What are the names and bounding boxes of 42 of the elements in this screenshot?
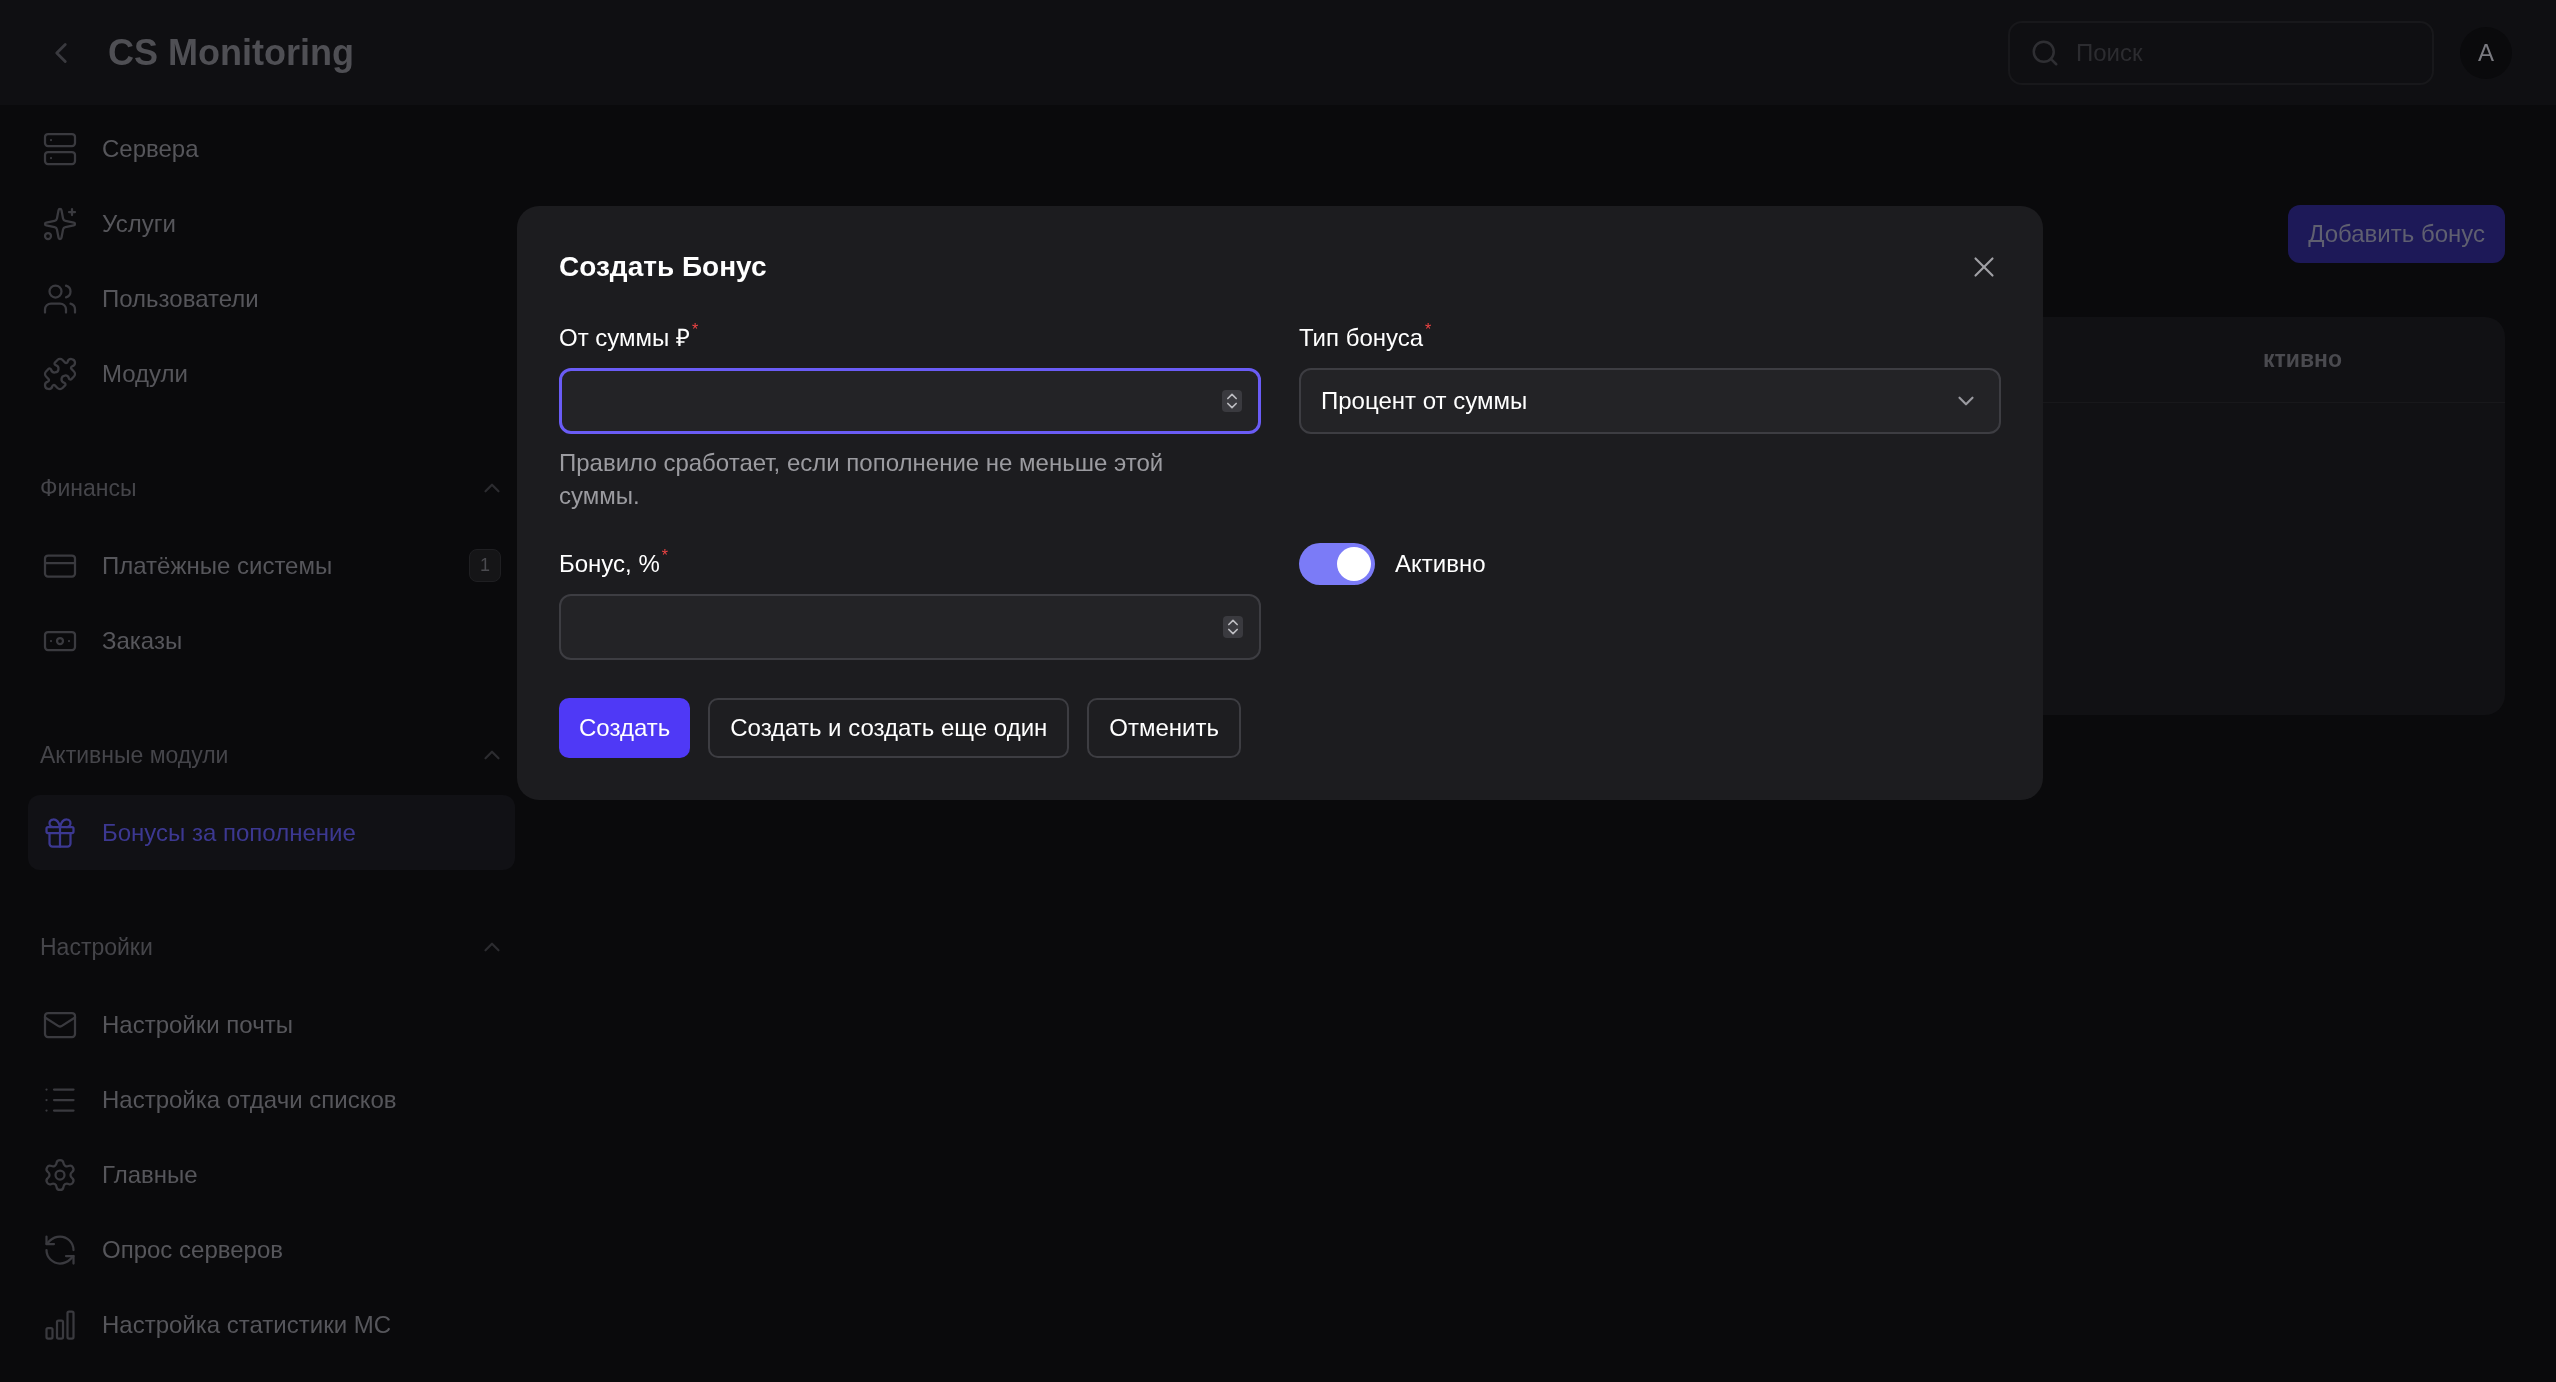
toggle-switch[interactable] xyxy=(1299,543,1375,585)
secondary-button[interactable]: Создать и создать еще один xyxy=(708,698,1070,758)
section-title: Финансы xyxy=(40,473,137,503)
add-bonus-button[interactable]: Добавить бонус xyxy=(2288,205,2505,263)
count-badge: 1 xyxy=(469,549,501,582)
section-title: Активные модули xyxy=(40,740,229,770)
required-mark: * xyxy=(692,322,699,338)
field-label: Тип бонуса xyxy=(1299,323,1424,353)
sidebar-item[interactable]: Настройка статистики МС xyxy=(28,1287,515,1362)
settings-icon xyxy=(42,1156,78,1193)
switch-label: Активно xyxy=(1395,549,1486,579)
dialog-title: Создать Бонус xyxy=(559,250,767,284)
section-title: Настройки xyxy=(40,932,153,962)
sidebar-item[interactable]: Главные xyxy=(28,1137,515,1212)
sidebar-item[interactable]: Опрос серверов xyxy=(28,1212,515,1287)
stepper-icon[interactable] xyxy=(1222,390,1242,412)
sidebar-item[interactable]: Настройки почты xyxy=(28,987,515,1062)
server-icon xyxy=(42,130,78,167)
required-mark: * xyxy=(661,548,668,564)
field-label: Бонус, % xyxy=(559,549,660,579)
sidebar-item[interactable]: Пользователи xyxy=(28,261,515,336)
column-header: ктивно xyxy=(2263,345,2342,375)
number-field[interactable] xyxy=(559,594,1261,660)
sidebar-item[interactable]: Платёжные системы 1 xyxy=(28,528,515,603)
number-field[interactable] xyxy=(559,368,1261,434)
stepper-icon[interactable] xyxy=(1223,616,1243,638)
required-mark: * xyxy=(1425,322,1432,338)
sidebar-item[interactable]: Сервера xyxy=(28,111,515,186)
select-field[interactable]: Процент от суммы xyxy=(1299,368,2001,434)
field-label: От суммы ₽ xyxy=(559,323,690,353)
avatar[interactable]: A xyxy=(2460,26,2512,79)
sidebar-item[interactable]: Модули xyxy=(28,336,515,411)
app-title: CS Monitoring xyxy=(108,30,354,75)
puzzle-icon xyxy=(42,355,78,392)
create-button[interactable]: Создать xyxy=(559,698,691,758)
sparkles-icon xyxy=(42,205,78,242)
sidebar-item[interactable]: Бонусы за пополнение xyxy=(28,795,515,870)
secondary-button[interactable]: Отменить xyxy=(1087,698,1241,758)
sidebar-item[interactable]: Настройка отдачи списков xyxy=(28,1062,515,1137)
field-hint: Правило сработает, если пополнение не меньше этой суммы. xyxy=(559,448,1165,511)
sidebar-item[interactable]: Услуги xyxy=(28,186,515,261)
sidebar-item[interactable]: Заказы xyxy=(28,603,515,678)
